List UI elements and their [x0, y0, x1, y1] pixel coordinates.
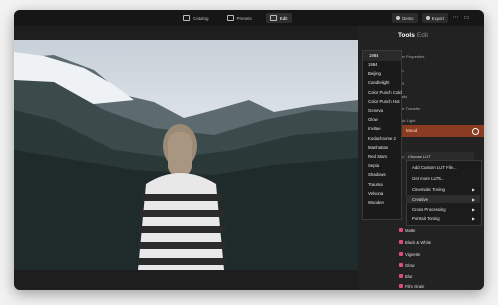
submenu-creative[interactable]: Creative — [412, 197, 428, 202]
chevron-right-icon: ▶ — [472, 187, 476, 192]
vignette-icon — [399, 252, 403, 256]
dropdown-item[interactable]: Manhattan — [368, 145, 388, 150]
dropdown-item[interactable]: Color Punch Cold — [368, 90, 402, 95]
dropdown-item[interactable]: Candlelight — [368, 80, 390, 85]
export-button[interactable]: Export — [421, 13, 448, 23]
chevron-right-icon: ▶ — [472, 216, 476, 221]
person-figure — [138, 124, 226, 270]
demo-button[interactable]: Demo — [392, 13, 418, 23]
presets-icon — [226, 15, 234, 21]
chevron-right-icon: ▶ — [472, 207, 476, 212]
edit-icon — [269, 15, 277, 21]
app-window: Catalog Presets Edit Demo Export ⋯ ▭ Too… — [14, 10, 484, 290]
dropdown-item[interactable]: Sepia — [368, 163, 379, 168]
mood-label: Mood — [406, 128, 418, 133]
black-white-icon — [399, 240, 403, 244]
dropdown-item[interactable]: Beijing — [368, 71, 381, 76]
tool-glow[interactable]: Glow — [405, 263, 415, 268]
tool-black-white[interactable]: Black & White — [405, 240, 431, 245]
panel-title-text: Tools — [398, 32, 415, 39]
tab-presets-label: Presets — [236, 15, 252, 21]
top-bar: Catalog Presets Edit Demo Export ⋯ ▭ — [14, 10, 484, 26]
dropdown-item[interactable]: Invitae — [368, 126, 381, 131]
chevron-right-icon: ▶ — [472, 197, 476, 202]
dropdown-item[interactable]: 1984 — [368, 62, 378, 67]
film-grain-icon — [399, 284, 403, 288]
photo-canvas[interactable] — [14, 40, 358, 270]
dropdown-item[interactable]: Glow — [368, 117, 378, 122]
tab-presets[interactable]: Presets — [223, 13, 256, 23]
glow-icon — [399, 263, 403, 267]
submenu-add-custom[interactable]: Add Custom LUT File... — [412, 165, 457, 170]
submenu-cinematic[interactable]: Cinematic Toning — [412, 187, 445, 192]
tool-film-grain[interactable]: Film Grain — [405, 284, 424, 289]
export-icon — [425, 16, 430, 20]
tab-edit-label: Edit — [279, 15, 288, 21]
dropdown-item[interactable]: Red Stars — [368, 154, 387, 159]
dropdown-item[interactable]: Shadows — [368, 172, 386, 177]
tool-vignette[interactable]: Vignette — [405, 252, 420, 257]
mode-tabs: Catalog Presets Edit — [179, 13, 292, 23]
panel-title-suffix: Edit — [416, 32, 429, 39]
info-icon[interactable] — [472, 128, 479, 135]
dropdown-item[interactable]: Wooden — [368, 200, 384, 205]
tool-blur[interactable]: Blur — [405, 274, 412, 279]
dropdown-item[interactable]: Geneva — [368, 108, 383, 113]
tab-edit[interactable]: Edit — [265, 13, 292, 23]
submenu-get-more[interactable]: Get more LUTs... — [412, 176, 444, 181]
submenu-cross-processing[interactable]: Cross Processing — [412, 207, 446, 212]
catalog-icon — [183, 15, 190, 21]
tool-matte[interactable]: Matte — [405, 228, 415, 233]
tab-catalog[interactable]: Catalog — [179, 13, 213, 23]
dropdown-item[interactable]: Velvona — [368, 191, 383, 196]
demo-label: Demo — [402, 15, 414, 21]
dropdown-item[interactable]: Kodachrome 2 — [368, 136, 396, 141]
submenu-portrait-toning[interactable]: Portrait Toning — [412, 216, 440, 221]
demo-icon — [396, 16, 401, 20]
blur-icon — [399, 274, 403, 278]
export-label: Export — [431, 15, 444, 21]
panel-title: Tools Edit — [398, 32, 428, 39]
more-icon[interactable]: ⋯ — [452, 15, 459, 22]
dropdown-item[interactable]: Color Punch Hot — [368, 99, 400, 104]
matte-icon — [399, 228, 403, 232]
lut-select-value: Choose LUT — [408, 154, 431, 159]
layout-icon[interactable]: ▭ — [463, 15, 470, 22]
dropdown-item[interactable]: Trauma — [368, 182, 383, 187]
top-right-actions: Demo Export ⋯ ▭ — [392, 13, 470, 23]
dropdown-header: 1984 — [369, 53, 379, 58]
tab-catalog-label: Catalog — [193, 15, 209, 21]
